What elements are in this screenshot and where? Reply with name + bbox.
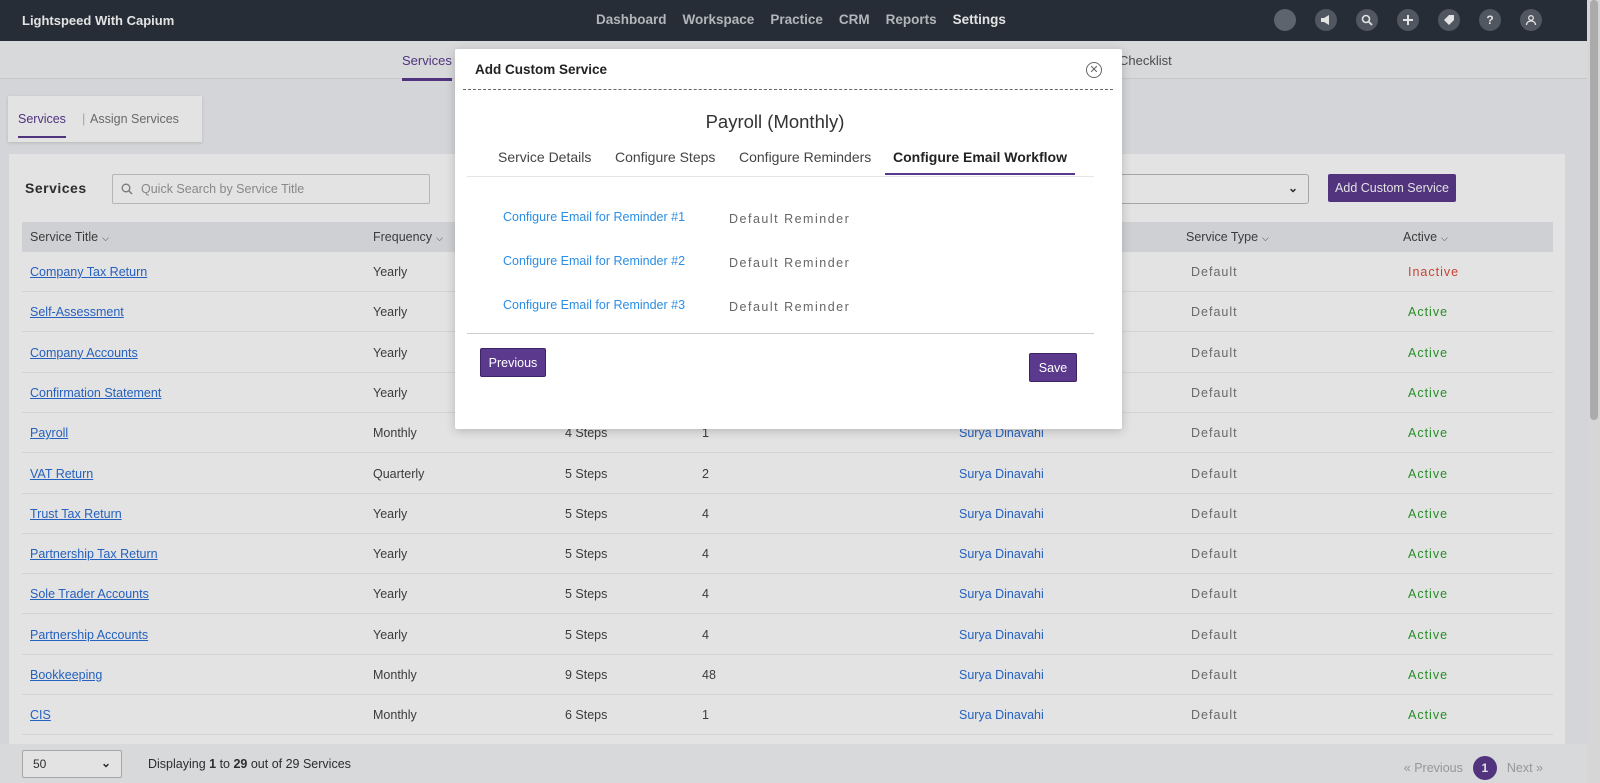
modal-tabs: Service Details Configure Steps Configur… (467, 149, 1094, 177)
configure-email-link[interactable]: Configure Email for Reminder #3 (503, 298, 685, 312)
tab-configure-reminders[interactable]: Configure Reminders (739, 149, 871, 165)
save-button[interactable]: Save (1029, 353, 1077, 382)
email-row: Configure Email for Reminder #3 Default … (503, 298, 849, 314)
configure-email-link[interactable]: Configure Email for Reminder #2 (503, 254, 685, 268)
email-row: Configure Email for Reminder #2 Default … (503, 254, 849, 270)
configure-email-link[interactable]: Configure Email for Reminder #1 (503, 210, 685, 224)
reminder-description: Default Reminder (729, 212, 851, 226)
previous-button[interactable]: Previous (480, 348, 546, 377)
service-heading: Payroll (Monthly) (705, 111, 845, 132)
modal-title: Add Custom Service (475, 62, 608, 77)
close-icon[interactable]: ✕ (1086, 62, 1102, 78)
modal-separator (467, 333, 1094, 334)
tab-service-details[interactable]: Service Details (498, 149, 591, 165)
tab-configure-steps[interactable]: Configure Steps (615, 149, 715, 165)
add-custom-service-modal: Add Custom Service ✕ Payroll (Monthly) S… (455, 49, 1122, 429)
email-row: Configure Email for Reminder #1 Default … (503, 210, 849, 226)
reminder-description: Default Reminder (729, 300, 851, 314)
modal-divider (463, 89, 1113, 90)
reminder-description: Default Reminder (729, 256, 851, 270)
tab-configure-email-workflow[interactable]: Configure Email Workflow (885, 149, 1075, 175)
